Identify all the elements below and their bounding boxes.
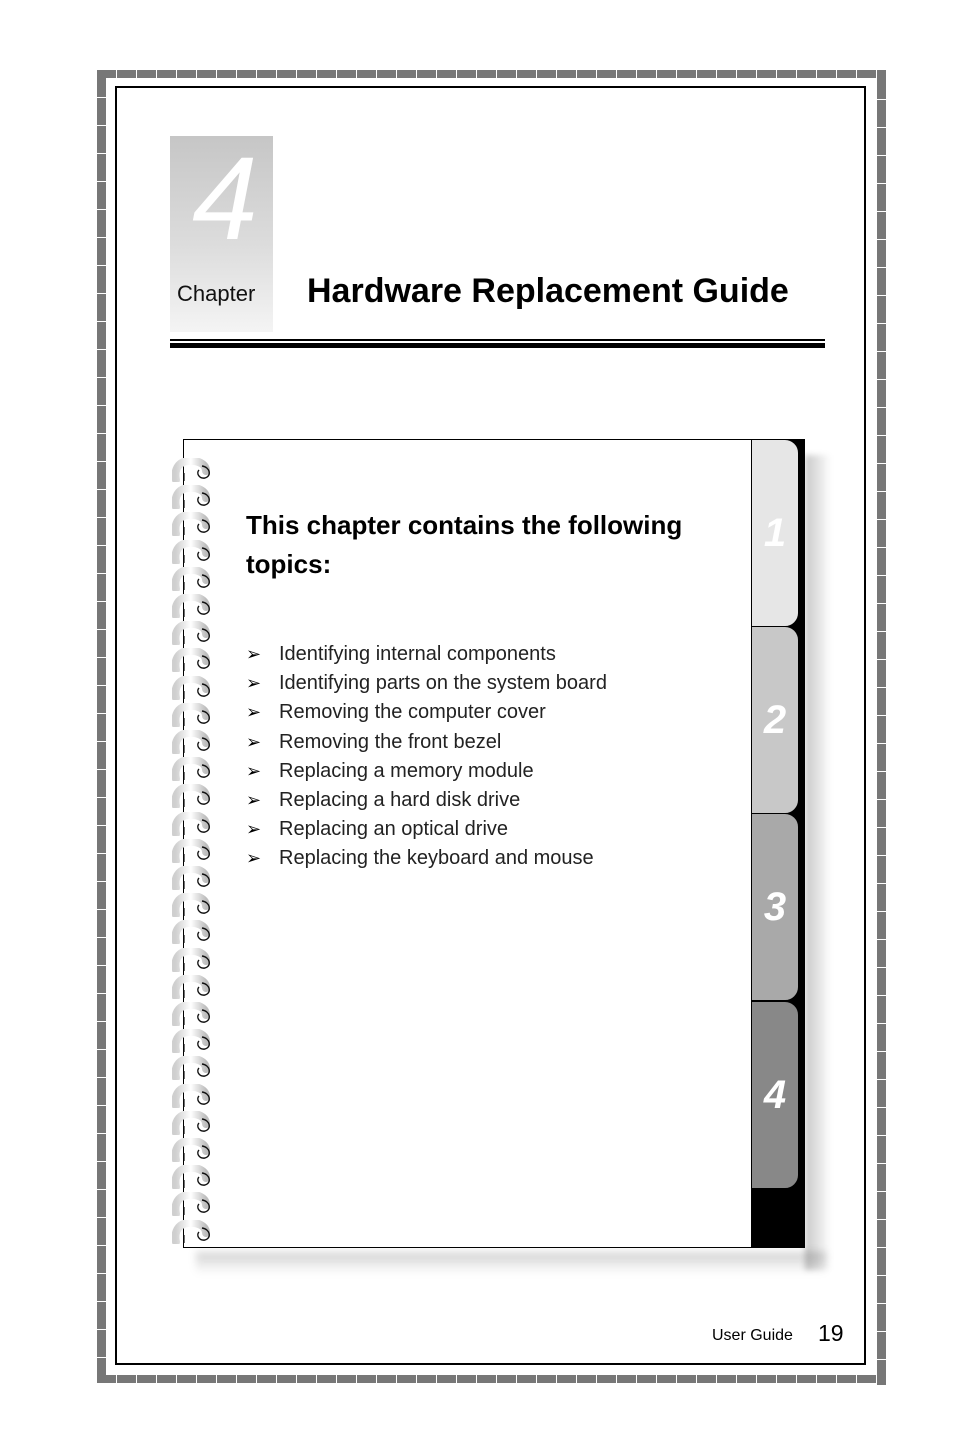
ring-icon: [172, 1029, 210, 1054]
arrow-bullet-icon: ➢: [246, 819, 262, 840]
ring-icon: [172, 866, 210, 890]
ring-icon: [172, 1165, 210, 1190]
topic-text: Removing the front bezel: [279, 730, 502, 753]
ring-icon: [172, 1083, 210, 1108]
topic-item: ➢ Identifying parts on the system board: [246, 669, 607, 698]
topic-text: Replacing the keyboard and mouse: [279, 847, 594, 870]
ring-icon: [172, 1002, 210, 1026]
ring-icon: [172, 730, 210, 754]
chapter-number: 4: [192, 133, 258, 265]
ring-icon: [172, 838, 210, 863]
arrow-bullet-icon: ➢: [246, 731, 262, 752]
tab-label: 3: [763, 884, 787, 929]
topic-item: ➢ Removing the front bezel: [246, 728, 607, 757]
topic-item: ➢ Replacing a memory module: [246, 757, 607, 786]
ring-icon: [172, 458, 210, 482]
arrow-bullet-icon: ➢: [246, 644, 262, 664]
ring-icon: [172, 757, 210, 782]
ring-icon: [172, 621, 210, 646]
ring-icon: [172, 784, 210, 809]
ring-icon: [172, 974, 210, 999]
arrow-bullet-icon: ➢: [246, 760, 262, 781]
page-frame-right: [877, 72, 886, 1385]
title-rule: [170, 339, 825, 341]
section-tab-3: 3: [751, 813, 799, 1001]
ring-icon: [172, 566, 210, 591]
topic-text: Identifying parts on the system board: [279, 672, 607, 695]
notebook-shadow: [196, 1252, 826, 1274]
topic-text: Replacing a memory module: [279, 759, 534, 782]
tab-label: 4: [763, 1072, 787, 1117]
topics-heading: This chapter contains the following topi…: [246, 510, 683, 579]
topic-item: ➢ Replacing the keyboard and mouse: [246, 844, 607, 873]
ring-icon: [172, 1056, 210, 1081]
topic-item: ➢ Replacing a hard disk drive: [246, 786, 607, 815]
topic-item: ➢ Removing the computer cover: [246, 698, 607, 727]
page-title: Hardware Replacement Guide: [307, 272, 789, 310]
ring-icon: [172, 512, 210, 537]
topic-text: Replacing an optical drive: [279, 818, 509, 841]
chapter-label: Chapter: [177, 281, 256, 306]
ring-icon: [172, 947, 210, 972]
ring-icon: [172, 539, 210, 564]
topic-text: Removing the computer cover: [279, 701, 546, 724]
ring-icon: [172, 648, 210, 673]
arrow-bullet-icon: ➢: [246, 702, 262, 723]
topic-item: ➢ Identifying internal components: [246, 640, 607, 669]
ring-icon: [172, 1110, 210, 1135]
ring-icon: [172, 702, 210, 727]
title-rule-thick: [170, 343, 825, 348]
ring-icon: [172, 485, 210, 510]
topic-text: Replacing a hard disk drive: [279, 788, 521, 811]
ring-icon: [172, 811, 210, 836]
tab-label: 2: [763, 697, 787, 742]
spiral-binding-icon: [172, 458, 216, 1244]
topics-list: ➢ Identifying internal components ➢ Identi…: [246, 640, 607, 874]
section-tab-2: 2: [751, 626, 799, 814]
page-frame-top: [97, 70, 886, 78]
topic-item: ➢ Replacing an optical drive: [246, 815, 607, 844]
section-tab-4: 4: [751, 1001, 799, 1189]
tab-label: 1: [763, 510, 787, 555]
ring-icon: [172, 1219, 210, 1244]
ring-icon: [172, 594, 210, 618]
page-number: 19: [818, 1320, 844, 1346]
section-tab-1: 1: [751, 439, 799, 627]
ring-icon: [172, 1138, 210, 1162]
arrow-bullet-icon: ➢: [246, 673, 262, 694]
footer-label: User Guide: [712, 1327, 793, 1344]
ring-icon: [172, 1192, 210, 1217]
page-frame-left: [97, 70, 106, 1383]
page-frame-bottom: [97, 1375, 886, 1383]
ring-icon: [172, 893, 210, 918]
arrow-bullet-icon: ➢: [246, 789, 262, 810]
notebook-side-shadow: [805, 455, 831, 1270]
arrow-bullet-icon: ➢: [246, 848, 262, 869]
ring-icon: [172, 675, 210, 700]
topic-text: Identifying internal components: [279, 643, 556, 665]
ring-icon: [172, 920, 210, 945]
